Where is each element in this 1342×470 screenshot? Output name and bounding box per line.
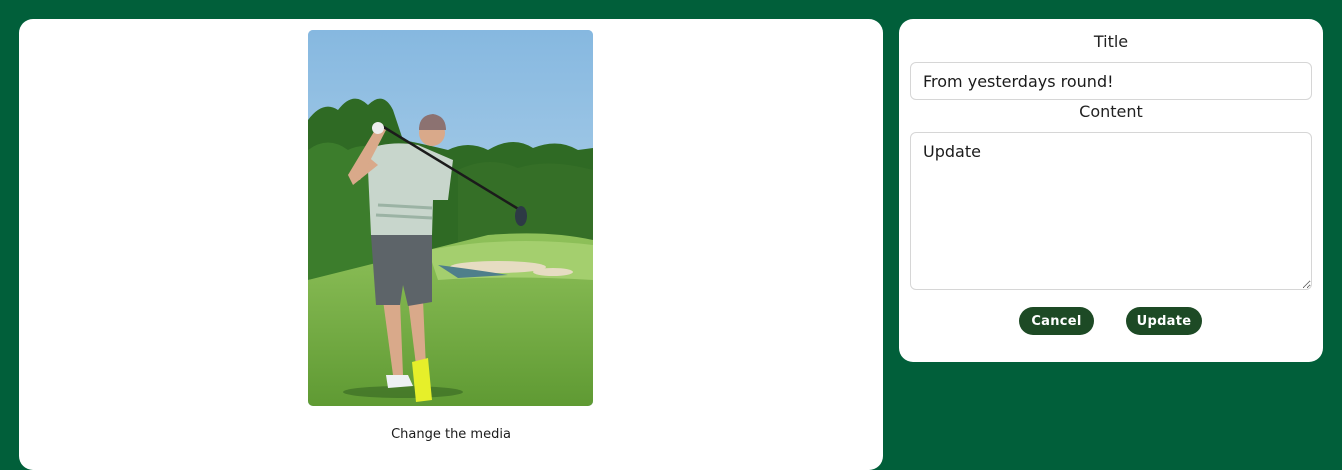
change-media-link[interactable]: Change the media [19, 427, 883, 442]
update-button[interactable]: Update [1126, 307, 1202, 335]
content-label: Content [1079, 102, 1143, 121]
title-label: Title [1093, 32, 1129, 51]
media-card: Change the media [19, 19, 883, 470]
edit-post-form: Title Content Update Cancel Update [899, 19, 1323, 362]
post-image [308, 30, 593, 406]
golfer-photo-illustration [308, 30, 593, 406]
title-input[interactable] [910, 62, 1312, 100]
content-textarea[interactable]: Update [910, 132, 1312, 290]
cancel-button[interactable]: Cancel [1019, 307, 1094, 335]
